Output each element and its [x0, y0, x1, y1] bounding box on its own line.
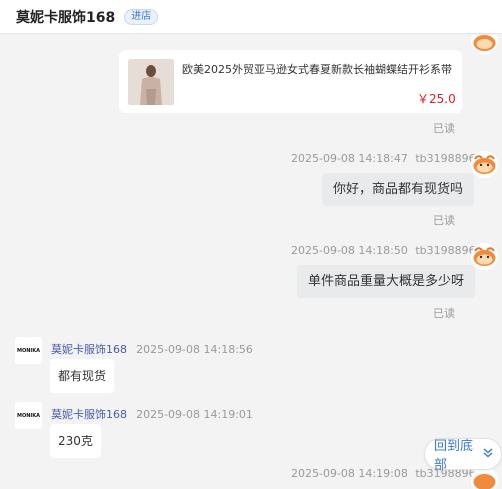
message-meta: 2025-09-08 14:18:47 tb319889632: [291, 152, 490, 165]
user-avatar: [471, 243, 498, 270]
cartoon-character-icon: [471, 151, 498, 178]
double-chevron-down-icon: [483, 447, 493, 461]
read-status: 已读: [433, 122, 455, 135]
message-time: 2025-09-08 14:18:47: [291, 152, 408, 165]
chat-header: 莫妮卡服饰168 进店: [0, 0, 502, 34]
message-time: 2025-09-08 14:19:08: [291, 467, 408, 480]
read-status: 已读: [433, 307, 455, 320]
shop-avatar: MONIKA: [15, 402, 42, 429]
message-bubble: 单件商品重量大概是多少呀: [297, 265, 476, 298]
shop-logo-text: MONIKA: [16, 347, 40, 354]
enter-shop-button[interactable]: 进店: [124, 8, 159, 25]
product-price: ￥25.0: [417, 92, 456, 106]
user-avatar: [471, 35, 498, 54]
chat-message-list[interactable]: 欧美2025外贸亚马逊女式春夏新款长袖蝴蝶结开衫系带... ￥25.0 已读 2…: [0, 35, 502, 489]
message-time: 2025-09-08 14:18:56: [136, 343, 253, 356]
scroll-to-bottom-button[interactable]: 回到底部: [424, 438, 502, 473]
message-meta: 2025-09-08 14:18:50 tb319889632: [291, 244, 490, 257]
product-title[interactable]: 欧美2025外贸亚马逊女式春夏新款长袖蝴蝶结开衫系带...: [182, 61, 452, 77]
product-thumbnail[interactable]: [128, 59, 174, 105]
user-avatar: [471, 151, 498, 178]
message-meta: 莫妮卡服饰168 2025-09-08 14:19:01: [51, 403, 253, 422]
scroll-to-bottom-label: 回到底部: [434, 439, 474, 473]
message-bubble: 都有现货: [50, 359, 115, 393]
shop-logo-text: MONIKA: [16, 412, 40, 419]
read-status: 已读: [433, 214, 455, 227]
message-bubble: 你好，商品都有现货吗: [322, 173, 475, 206]
message-sender: 莫妮卡服饰168: [51, 408, 127, 421]
shop-name-title: 莫妮卡服饰168: [16, 9, 116, 26]
message-time: 2025-09-08 14:18:50: [291, 244, 408, 257]
cartoon-character-icon: [471, 243, 498, 270]
shop-avatar: MONIKA: [15, 337, 42, 364]
message-meta: 莫妮卡服饰168 2025-09-08 14:18:56: [51, 338, 253, 357]
cartoon-character-icon: [471, 35, 498, 54]
product-card[interactable]: 欧美2025外贸亚马逊女式春夏新款长袖蝴蝶结开衫系带... ￥25.0: [119, 50, 462, 113]
message-bubble: 230克: [50, 424, 101, 458]
message-time: 2025-09-08 14:19:01: [136, 408, 253, 421]
message-sender: 莫妮卡服饰168: [51, 343, 127, 356]
